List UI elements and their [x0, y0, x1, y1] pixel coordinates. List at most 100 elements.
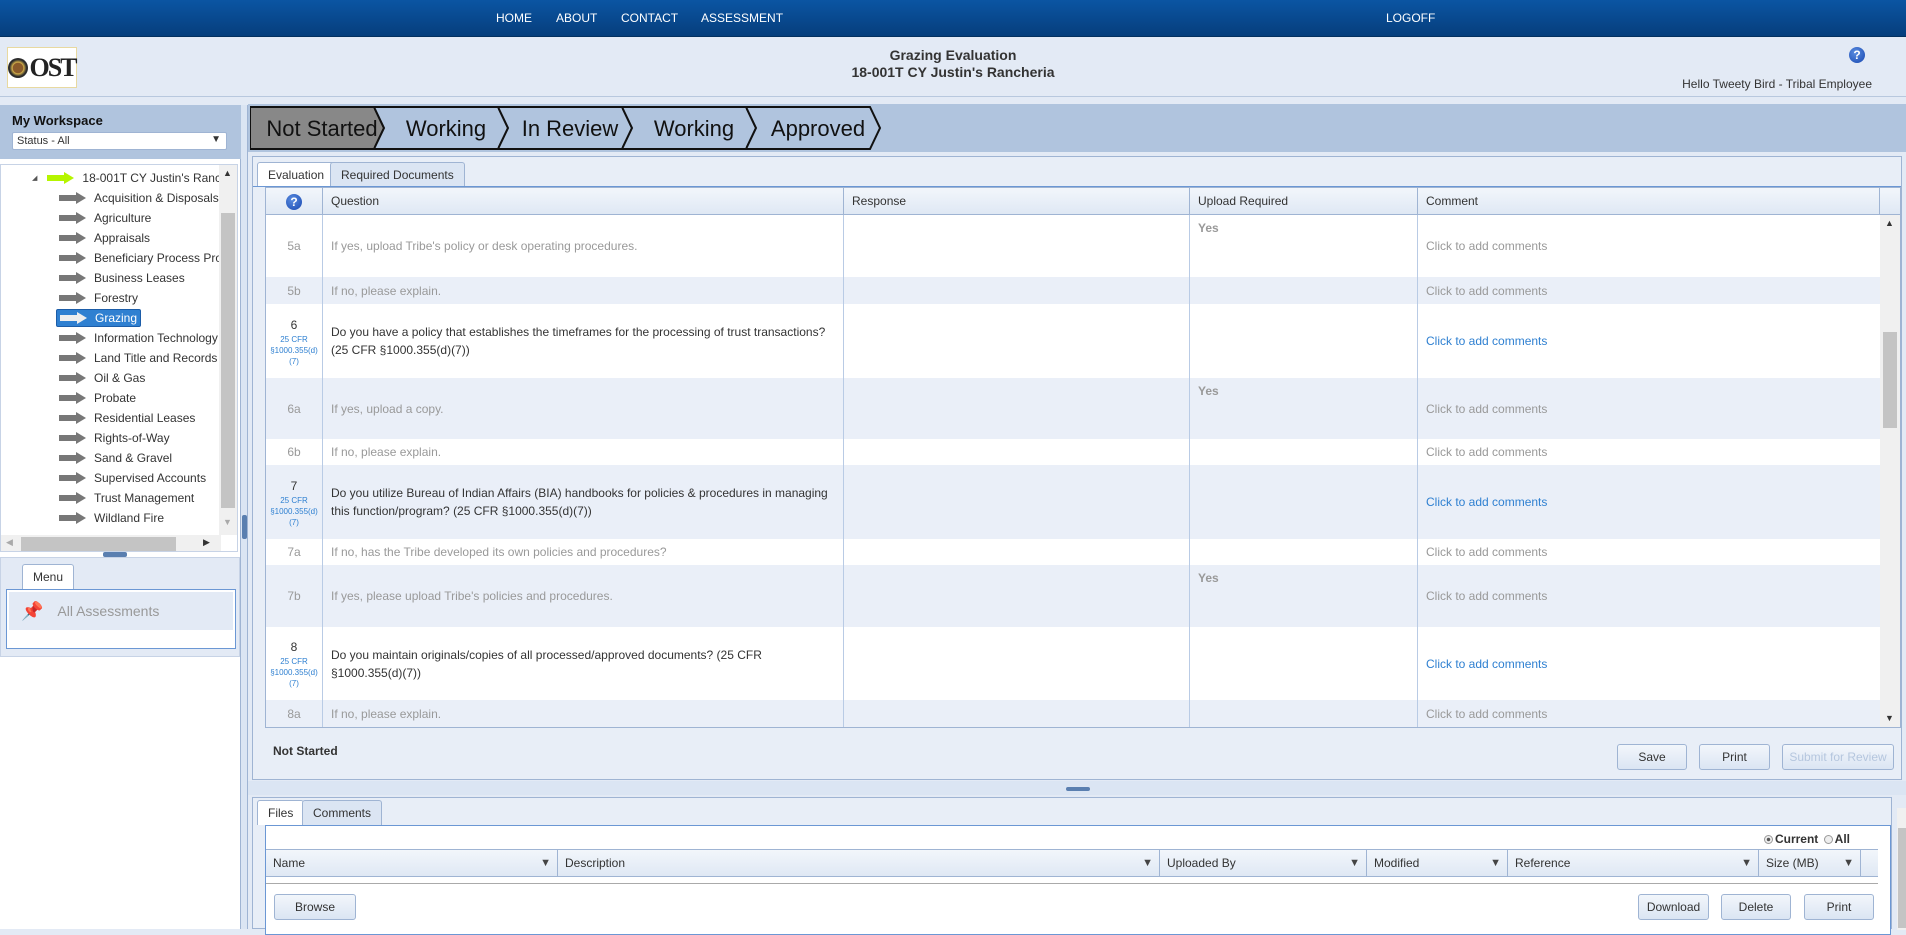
- tree-item[interactable]: Trust Management: [56, 489, 197, 507]
- horizontal-splitter[interactable]: [248, 781, 1906, 795]
- files-print-button[interactable]: Print: [1804, 894, 1874, 920]
- tree-scroll-thumb[interactable]: [221, 213, 235, 508]
- status-filter-select[interactable]: Status - All ▼: [12, 132, 227, 150]
- tree-item[interactable]: Wildland Fire: [56, 509, 167, 527]
- comment-cell[interactable]: Click to add comments: [1418, 304, 1880, 378]
- nav-contact[interactable]: CONTACT: [621, 11, 678, 25]
- tree-item[interactable]: Sand & Gravel: [56, 449, 175, 467]
- workspace-header: My Workspace Status - All ▼: [0, 105, 241, 159]
- comment-cell[interactable]: Click to add comments: [1418, 700, 1880, 727]
- collapse-icon[interactable]: ◢: [32, 174, 37, 182]
- comment-cell[interactable]: Click to add comments: [1418, 215, 1880, 277]
- filter-icon[interactable]: ▼: [1490, 850, 1501, 877]
- response-cell[interactable]: [844, 215, 1190, 277]
- filter-icon[interactable]: ▼: [1843, 850, 1854, 877]
- tree-item[interactable]: Information Technology: [56, 329, 221, 347]
- comment-cell[interactable]: Click to add comments: [1418, 465, 1880, 539]
- radio-current[interactable]: [1763, 835, 1773, 844]
- tab-files[interactable]: Files: [257, 800, 305, 825]
- vertical-splitter[interactable]: [241, 105, 248, 929]
- files-scroll-thumb[interactable]: [1898, 828, 1906, 928]
- table-row: 7b If yes, please upload Tribe's policies…: [266, 565, 1880, 627]
- tree-item[interactable]: Appraisals: [56, 229, 153, 247]
- column-header-reference[interactable]: Reference ▼: [1508, 850, 1759, 877]
- tree-item[interactable]: Oil & Gas: [56, 369, 148, 387]
- filter-icon[interactable]: ▼: [1142, 850, 1153, 877]
- response-cell[interactable]: [844, 700, 1190, 727]
- column-header-uploaded-by[interactable]: Uploaded By ▼: [1160, 850, 1367, 877]
- comment-cell[interactable]: Click to add comments: [1418, 539, 1880, 565]
- nav-home[interactable]: HOME: [496, 11, 532, 25]
- splitter-handle[interactable]: [1066, 787, 1090, 791]
- tree-item[interactable]: Land Title and Records Office: [56, 349, 237, 367]
- tab-evaluation[interactable]: Evaluation: [257, 162, 336, 187]
- tree-item[interactable]: Forestry: [56, 289, 141, 307]
- tab-required-documents[interactable]: Required Documents: [330, 162, 465, 187]
- download-button[interactable]: Download: [1638, 894, 1709, 920]
- scroll-right-icon[interactable]: ▶: [203, 537, 210, 548]
- nav-logoff[interactable]: LOGOFF: [1386, 11, 1435, 25]
- radio-all-label[interactable]: All: [1835, 832, 1850, 846]
- response-cell[interactable]: [844, 304, 1190, 378]
- grid-vertical-scrollbar[interactable]: ▲ ▼: [1880, 215, 1900, 727]
- tab-menu[interactable]: Menu: [22, 564, 75, 589]
- print-button[interactable]: Print: [1699, 744, 1770, 770]
- tree-item[interactable]: Agriculture: [56, 209, 154, 227]
- response-cell[interactable]: [844, 378, 1190, 439]
- save-button[interactable]: Save: [1617, 744, 1687, 770]
- column-header-modified[interactable]: Modified ▼: [1367, 850, 1508, 877]
- tree-hscroll-thumb[interactable]: [21, 537, 176, 551]
- filter-icon[interactable]: ▼: [1349, 850, 1360, 877]
- tree-vertical-scrollbar[interactable]: ▲ ▼: [219, 165, 237, 535]
- splitter-handle[interactable]: [242, 515, 247, 539]
- tab-comments[interactable]: Comments: [302, 800, 383, 825]
- scroll-down-icon[interactable]: ▼: [223, 517, 232, 527]
- response-cell[interactable]: [844, 627, 1190, 700]
- grid-scroll-thumb[interactable]: [1883, 332, 1897, 428]
- scroll-up-icon[interactable]: ▲: [223, 168, 232, 178]
- scroll-left-icon[interactable]: ◀: [6, 537, 13, 548]
- tree-item[interactable]: Rights-of-Way: [56, 429, 173, 447]
- tree-item[interactable]: Supervised Accounts: [56, 469, 209, 487]
- column-header-name[interactable]: Name ▼: [266, 850, 558, 877]
- menu-item-all-assessments[interactable]: 📌 All Assessments: [9, 592, 233, 630]
- tree-item[interactable]: Residential Leases: [56, 409, 198, 427]
- cfr-reference-link[interactable]: 25 CFR §1000.355(d)(7): [268, 495, 320, 528]
- response-cell[interactable]: [844, 277, 1190, 304]
- tree-item[interactable]: Grazing: [56, 309, 142, 327]
- scroll-down-icon[interactable]: ▼: [1885, 713, 1894, 723]
- radio-all[interactable]: [1823, 835, 1833, 844]
- column-header-description[interactable]: Description ▼: [558, 850, 1160, 877]
- tree-root-node[interactable]: ◢ 18-001T CY Justin's Rancheria: [29, 169, 237, 187]
- status-filter-value: Status - All: [17, 135, 70, 147]
- tree-item[interactable]: Acquisition & Disposals: [56, 189, 222, 207]
- files-vertical-scrollbar[interactable]: [1897, 808, 1906, 930]
- help-icon[interactable]: ?: [1849, 47, 1865, 63]
- tree-item[interactable]: Beneficiary Process Program: [56, 249, 237, 267]
- scroll-up-icon[interactable]: ▲: [1885, 218, 1894, 228]
- response-cell[interactable]: [844, 465, 1190, 539]
- tree-item[interactable]: Business Leases: [56, 269, 188, 287]
- cfr-reference-link[interactable]: 25 CFR §1000.355(d)(7): [268, 656, 320, 689]
- filter-icon[interactable]: ▼: [540, 850, 551, 877]
- tree-horizontal-scrollbar[interactable]: ◀ ▶: [1, 535, 221, 551]
- nav-assessment[interactable]: ASSESSMENT: [701, 11, 783, 25]
- tree-item[interactable]: Probate: [56, 389, 139, 407]
- comment-cell[interactable]: Click to add comments: [1418, 627, 1880, 700]
- nav-about[interactable]: ABOUT: [556, 11, 597, 25]
- help-icon[interactable]: ?: [286, 193, 302, 210]
- delete-button[interactable]: Delete: [1721, 894, 1791, 920]
- column-header-size[interactable]: Size (MB) ▼: [1759, 850, 1861, 877]
- comment-cell[interactable]: Click to add comments: [1418, 277, 1880, 304]
- comment-cell[interactable]: Click to add comments: [1418, 378, 1880, 439]
- browse-button[interactable]: Browse: [274, 894, 356, 920]
- radio-current-label[interactable]: Current: [1775, 832, 1818, 846]
- response-cell[interactable]: [844, 539, 1190, 565]
- filter-icon[interactable]: ▼: [1741, 850, 1752, 877]
- submit-for-review-button[interactable]: Submit for Review: [1782, 744, 1894, 770]
- comment-cell[interactable]: Click to add comments: [1418, 439, 1880, 465]
- response-cell[interactable]: [844, 565, 1190, 627]
- response-cell[interactable]: [844, 439, 1190, 465]
- comment-cell[interactable]: Click to add comments: [1418, 565, 1880, 627]
- cfr-reference-link[interactable]: 25 CFR §1000.355(d)(7): [268, 334, 320, 367]
